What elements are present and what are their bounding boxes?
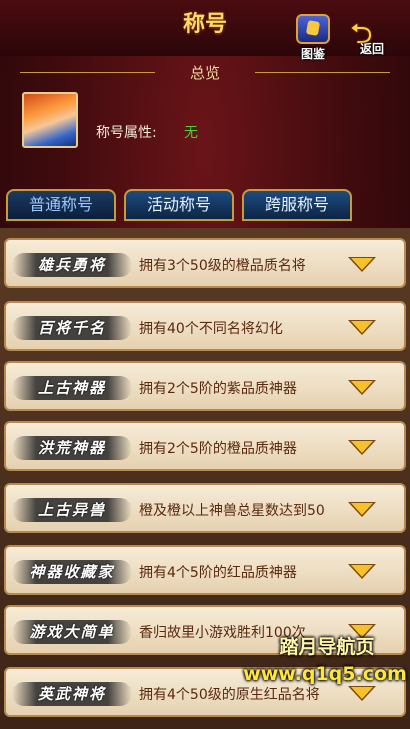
title-attribute-value: 无 [184,125,198,141]
title-requirement: 橙及橙以上神兽总星数达到50 [139,503,325,519]
title-badge-text: 英武神将 [37,685,106,703]
atlas-label: 图鉴 [300,47,325,61]
title-requirement: 拥有2个5阶的紫品质神器 [139,381,297,397]
title-attribute-label: 称号属性: [96,125,157,141]
overview-divider: 总览 [20,62,390,84]
expand-arrow-icon[interactable] [346,498,378,520]
back-button[interactable]: ⮌ 返回 [346,18,400,58]
book-icon [296,14,330,44]
title-badge-text: 神器收藏家 [29,563,115,581]
title-badge-text: 上古神器 [37,379,106,397]
title-requirement: 拥有40个不同名将幻化 [139,321,283,337]
title-badge: 神器收藏家 [12,550,132,592]
title-badge: 雄兵勇将 [12,243,132,285]
title-row[interactable]: 洪荒神器 拥有2个5阶的橙品质神器 [4,421,406,471]
title-badge: 洪荒神器 [12,426,132,468]
title-badge-text: 洪荒神器 [37,439,106,457]
expand-arrow-icon[interactable] [346,682,378,704]
tab-event-titles[interactable]: 活动称号 [124,189,234,221]
title-badge: 百将千名 [12,306,132,348]
tab-cross-server-titles[interactable]: 跨服称号 [242,189,352,221]
title-badge: 英武神将 [12,672,132,714]
overview-title: 总览 [189,64,220,82]
title-badge: 游戏大简单 [12,610,132,652]
title-badge: 上古异兽 [12,488,132,530]
title-requirement: 拥有2个5阶的橙品质神器 [139,441,297,457]
title-requirement: 拥有4个50级的原生红品名将 [139,687,320,703]
expand-arrow-icon[interactable] [346,253,378,275]
title-badge-text: 上古异兽 [37,501,106,519]
title-badge-text: 百将千名 [37,319,106,337]
atlas-button[interactable]: 图鉴 [293,14,333,61]
watermark-url: www.q1q5.com [243,663,407,685]
tab-normal-titles[interactable]: 普通称号 [6,189,116,221]
expand-arrow-icon[interactable] [346,436,378,458]
title-badge-text: 游戏大简单 [29,623,115,641]
title-badge-text: 雄兵勇将 [37,256,106,274]
expand-arrow-icon[interactable] [346,560,378,582]
expand-arrow-icon[interactable] [346,376,378,398]
back-label: 返回 [360,42,385,56]
title-row[interactable]: 上古异兽 橙及橙以上神兽总星数达到50 [4,483,406,533]
expand-arrow-icon[interactable] [346,316,378,338]
title-requirement: 拥有4个5阶的红品质神器 [139,565,297,581]
title-badge: 上古神器 [12,366,132,408]
title-row[interactable]: 上古神器 拥有2个5阶的紫品质神器 [4,361,406,411]
avatar [22,92,78,148]
title-row[interactable]: 神器收藏家 拥有4个5阶的红品质神器 [4,545,406,595]
title-requirement: 拥有3个50级的橙品质名将 [139,258,306,274]
watermark-text: 踏月导航页 [279,636,375,658]
title-row[interactable]: 雄兵勇将 拥有3个50级的橙品质名将 [4,238,406,288]
title-row[interactable]: 百将千名 拥有40个不同名将幻化 [4,301,406,351]
